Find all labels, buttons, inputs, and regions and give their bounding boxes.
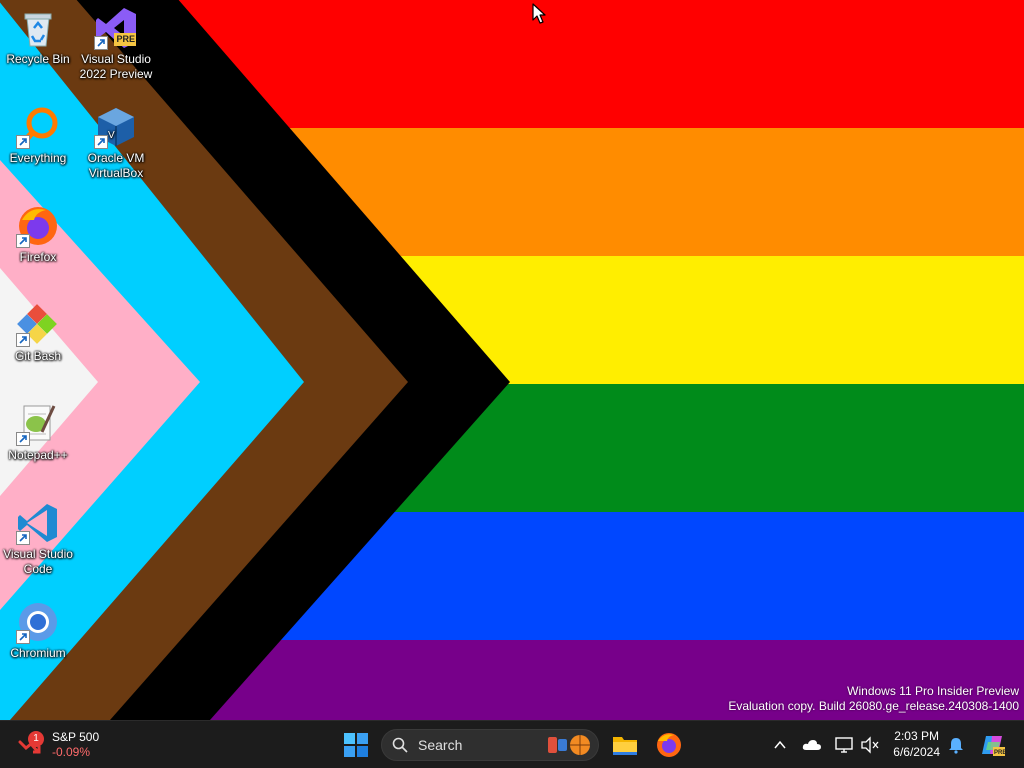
desktop-icon-oracle-vm-virtualbox[interactable]: V Oracle VM VirtualBox bbox=[76, 99, 156, 181]
watermark-line-1: Windows 11 Pro Insider Preview bbox=[847, 684, 1019, 698]
desktop-icon-label: Visual Studio 2022 Preview bbox=[79, 52, 153, 81]
widget-change: -0.09% bbox=[52, 745, 91, 759]
mouse-cursor-icon bbox=[532, 3, 546, 24]
shortcut-arrow-icon bbox=[94, 36, 108, 50]
desktop-icon-label: Chromium bbox=[10, 646, 66, 660]
taskbar-file-explorer[interactable] bbox=[611, 731, 639, 759]
widget-title: S&P 500 bbox=[52, 730, 100, 744]
windows-logo-icon bbox=[344, 733, 368, 757]
watermark-line-2: Evaluation copy. Build 26080.ge_release.… bbox=[728, 699, 1019, 713]
clock-date: 6/6/2024 bbox=[893, 745, 940, 759]
start-button[interactable] bbox=[343, 732, 369, 758]
desktop-icon-recycle-bin[interactable]: Recycle Bin bbox=[0, 0, 78, 67]
search-icon bbox=[392, 737, 408, 753]
stock-market-icon: 1 bbox=[18, 731, 44, 758]
search-box[interactable]: Search bbox=[381, 729, 599, 761]
shortcut-arrow-icon bbox=[94, 135, 108, 149]
volume-button[interactable] bbox=[860, 736, 880, 754]
show-hidden-icons-button[interactable] bbox=[772, 737, 788, 753]
desktop-icon-git-bash[interactable]: Git Bash bbox=[0, 297, 78, 364]
firefox-icon bbox=[16, 204, 60, 248]
desktop-icon-label: Oracle VM VirtualBox bbox=[87, 151, 145, 180]
desktop-icon-visual-studio-2022-preview[interactable]: PRE Visual Studio 2022 Preview bbox=[76, 0, 156, 82]
notifications-button[interactable] bbox=[947, 736, 965, 754]
taskbar: 1 S&P 500 -0.09% Search 2:03 PM 6/6/2024… bbox=[0, 720, 1024, 768]
clock[interactable]: 2:03 PM 6/6/2024 bbox=[893, 728, 940, 760]
shortcut-arrow-icon bbox=[16, 333, 30, 347]
notepad-plus-plus-icon bbox=[16, 402, 60, 446]
desktop-icon-label: Everything bbox=[9, 151, 67, 165]
vscode-icon bbox=[16, 501, 60, 545]
copilot-icon: PRE bbox=[982, 736, 1006, 756]
desktop-icon-label: Visual Studio Code bbox=[3, 547, 73, 576]
desktop-icon-label: Notepad++ bbox=[8, 448, 68, 462]
desktop-icon-notepad-plus-plus[interactable]: Notepad++ bbox=[0, 396, 78, 463]
onedrive-icon bbox=[802, 740, 821, 750]
clock-time: 2:03 PM bbox=[894, 729, 939, 743]
shortcut-arrow-icon bbox=[16, 630, 30, 644]
widget-badge: 1 bbox=[28, 731, 44, 747]
shortcut-arrow-icon bbox=[16, 135, 30, 149]
copilot-button[interactable]: PRE bbox=[980, 732, 1006, 758]
notification-bell-icon bbox=[949, 738, 963, 754]
firefox-icon bbox=[657, 733, 681, 757]
everything-search-icon bbox=[16, 105, 60, 149]
folder-icon bbox=[613, 737, 637, 755]
search-highlight-icon bbox=[548, 735, 590, 755]
onedrive-button[interactable] bbox=[802, 737, 822, 753]
widgets-button[interactable]: 1 S&P 500 -0.09% bbox=[18, 727, 99, 763]
chevron-up-icon bbox=[774, 740, 786, 749]
desktop-icon-chromium[interactable]: Chromium bbox=[0, 594, 78, 661]
svg-text:V: V bbox=[108, 130, 115, 141]
network-icon bbox=[835, 737, 853, 753]
search-label: Search bbox=[418, 737, 463, 753]
taskbar-firefox[interactable] bbox=[655, 731, 683, 759]
desktop-icon-everything[interactable]: Everything bbox=[0, 99, 78, 166]
shortcut-arrow-icon bbox=[16, 531, 30, 545]
recycle-bin-icon bbox=[16, 6, 60, 50]
network-button[interactable] bbox=[834, 736, 854, 754]
shortcut-arrow-icon bbox=[16, 432, 30, 446]
desktop-icon-firefox[interactable]: Firefox bbox=[0, 198, 78, 265]
desktop-icon-label: Firefox bbox=[19, 250, 57, 264]
pre-badge: PRE bbox=[116, 34, 135, 44]
virtualbox-icon: V bbox=[94, 105, 138, 149]
svg-text:PRE: PRE bbox=[994, 750, 1006, 756]
desktop-icon-label: Git Bash bbox=[14, 349, 62, 363]
desktop-icon-label: Recycle Bin bbox=[6, 52, 70, 66]
desktop-icon-visual-studio-code[interactable]: Visual Studio Code bbox=[0, 495, 78, 577]
shortcut-arrow-icon bbox=[16, 234, 30, 248]
chromium-icon bbox=[16, 600, 60, 644]
visual-studio-preview-icon: PRE bbox=[94, 6, 138, 50]
git-bash-icon bbox=[16, 303, 60, 347]
volume-muted-icon bbox=[861, 736, 879, 754]
windows-watermark: Windows 11 Pro Insider Preview Evaluatio… bbox=[728, 684, 1019, 714]
